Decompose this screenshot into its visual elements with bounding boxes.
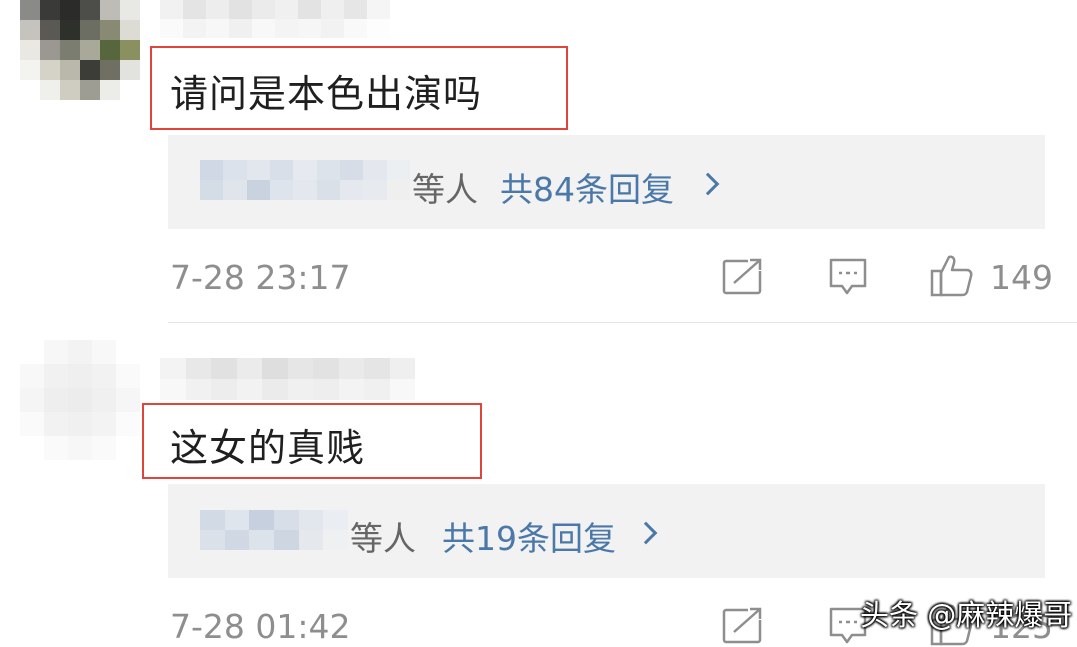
comment-timestamp: 7-28 01:42	[170, 607, 351, 646]
repost-icon[interactable]	[722, 257, 764, 295]
reply-count-link[interactable]: 共84条回复	[500, 163, 674, 211]
divider	[168, 322, 1077, 323]
comment-timestamp: 7-28 23:17	[170, 258, 351, 297]
comment-icon[interactable]	[828, 257, 868, 297]
reply-others-label: 等人	[412, 170, 478, 209]
thumbs-up-icon[interactable]	[930, 253, 974, 297]
comment-text: 这女的真贱	[170, 426, 366, 470]
repost-icon[interactable]	[722, 606, 764, 644]
like-count: 149	[990, 258, 1053, 297]
reply-usernames[interactable]	[200, 160, 410, 200]
username[interactable]	[160, 0, 390, 38]
reply-usernames[interactable]	[200, 510, 348, 550]
watermark: 头条 @麻辣爆哥	[860, 598, 1073, 632]
comment-text: 请问是本色出演吗	[170, 72, 483, 116]
username[interactable]	[160, 358, 415, 400]
reply-count-link[interactable]: 共19条回复	[442, 512, 616, 560]
reply-others-label: 等人	[350, 519, 416, 558]
avatar[interactable]	[20, 0, 140, 100]
avatar[interactable]	[20, 340, 140, 460]
